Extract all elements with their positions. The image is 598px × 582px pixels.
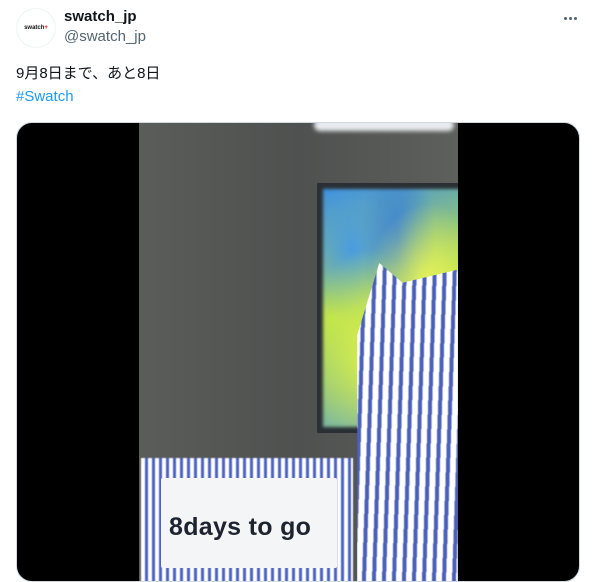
video-player[interactable]: 8days to go <box>16 122 580 582</box>
striped-gift-bag <box>357 263 458 581</box>
author-display-name[interactable]: swatch_jp <box>64 8 137 25</box>
tweet-article: swatch+ swatch_jp @swatch_jp 9月8日まで、あと8日… <box>0 0 598 582</box>
video-frame: 8days to go <box>139 123 458 581</box>
tweet-text: 9月8日まで、あと8日 <box>16 65 161 82</box>
countdown-text: 8days to go <box>169 513 312 541</box>
ceiling-light <box>314 123 454 131</box>
hashtag-link[interactable]: #Swatch <box>16 87 74 107</box>
author-handle[interactable]: @swatch_jp <box>64 28 146 45</box>
avatar[interactable]: swatch+ <box>16 8 56 48</box>
more-options-button[interactable] <box>558 8 582 28</box>
avatar-logo: swatch+ <box>24 25 48 31</box>
more-icon <box>563 16 567 20</box>
